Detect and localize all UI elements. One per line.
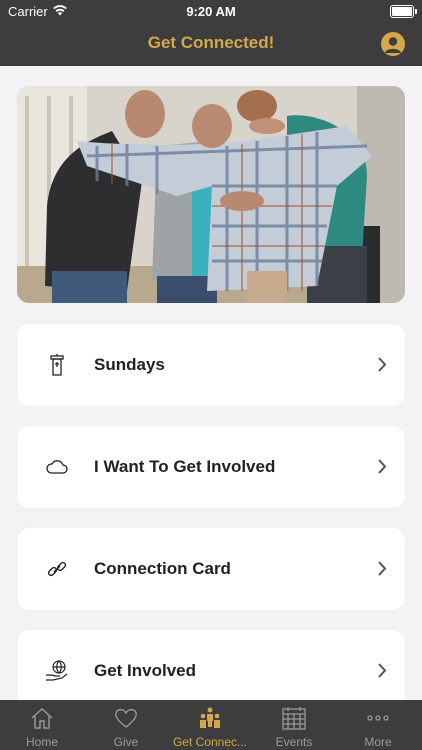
menu-item-sundays[interactable]: Sundays (17, 324, 405, 406)
tab-label: Home (25, 735, 58, 749)
tab-label: Events (275, 735, 313, 749)
tab-give[interactable]: Give (84, 700, 168, 750)
tab-events[interactable]: Events (252, 700, 336, 750)
top-bar: Carrier 9:20 AM Get Connected! (0, 0, 422, 66)
battery-icon (390, 5, 414, 18)
tab-more[interactable]: More (336, 700, 420, 750)
tab-label: More (364, 735, 392, 749)
menu-item-want-to-get-involved[interactable]: I Want To Get Involved (17, 426, 405, 508)
hero-image (17, 86, 405, 303)
chevron-right-icon (378, 663, 387, 678)
ellipsis-icon (367, 715, 389, 721)
menu-item-connection-card[interactable]: Connection Card (17, 528, 405, 610)
heart-icon (115, 708, 137, 728)
group-hug-photo (17, 86, 405, 303)
link-icon (47, 561, 67, 577)
clock-time: 9:20 AM (186, 4, 236, 19)
people-group-icon (200, 707, 220, 728)
globe-in-hand-icon (46, 660, 68, 681)
tab-bar: Home Give Get Connec... Events More (0, 700, 422, 750)
tab-label: Give (113, 735, 139, 749)
cloud-icon (46, 460, 68, 474)
menu-item-label: Connection Card (94, 559, 231, 578)
battery-tip (415, 9, 417, 14)
tab-home[interactable]: Home (0, 700, 84, 750)
page-title: Get Connected! (147, 33, 275, 52)
tab-label: Get Connec... (172, 735, 248, 749)
home-icon (31, 708, 53, 729)
menu-item-label: Sundays (94, 355, 165, 374)
chevron-right-icon (378, 357, 387, 372)
menu-item-label: I Want To Get Involved (94, 457, 276, 476)
chevron-right-icon (378, 459, 387, 474)
tab-get-connected[interactable]: Get Connec... (168, 700, 252, 750)
status-bar: Carrier 9:20 AM (0, 0, 422, 22)
calendar-icon (282, 707, 306, 730)
menu-item-label: Get Involved (94, 661, 197, 680)
person-circle-icon[interactable] (381, 32, 405, 56)
chevron-right-icon (378, 561, 387, 576)
church-pulpit-icon (50, 354, 64, 376)
